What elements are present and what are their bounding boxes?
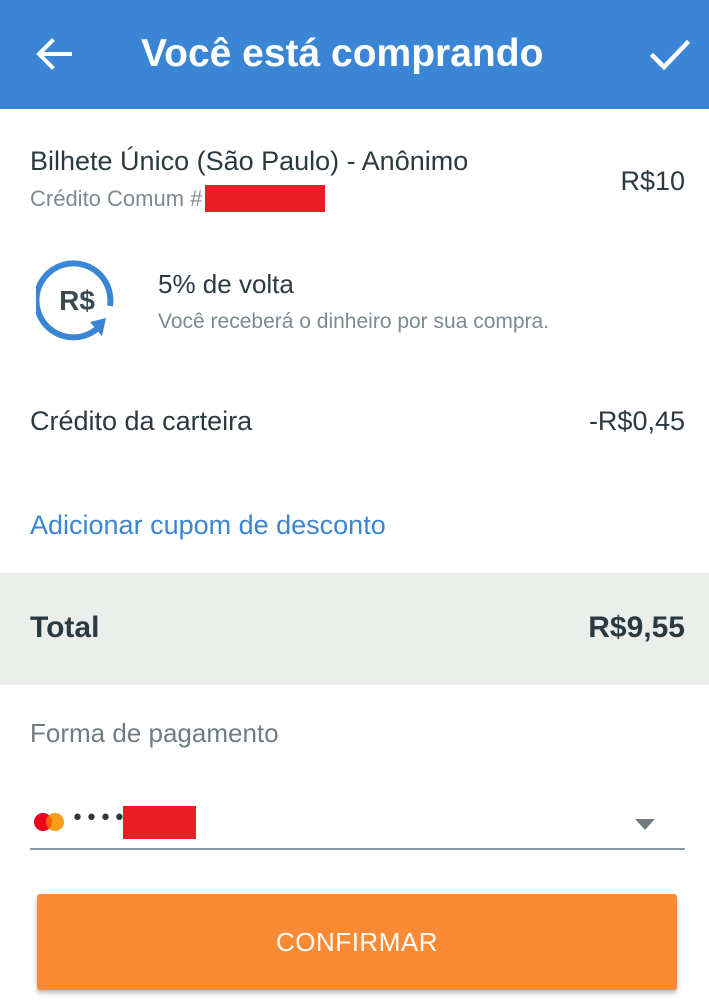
product-name: Bilhete Único (São Paulo) - Anônimo — [30, 146, 469, 176]
mastercard-icon — [32, 812, 66, 832]
arrow-left-icon[interactable] — [30, 30, 78, 78]
payment-method-label: Forma de pagamento — [30, 718, 279, 748]
refresh-currency-icon: R$ — [33, 258, 120, 342]
wallet-credit-value: -R$0,45 — [588, 406, 685, 436]
total-row: Total R$9,55 — [0, 573, 709, 685]
app-bar: Você está comprando — [0, 0, 709, 109]
cashback-title: 5% de volta — [158, 269, 294, 299]
redacted-card-number — [205, 184, 326, 212]
cashback-description: Você receberá o dinheiro por sua compra. — [158, 310, 550, 333]
product-subtitle-text: Crédito Comum # — [30, 186, 203, 211]
confirm-button[interactable]: CONFIRMAR — [37, 894, 677, 990]
cashback-icon-text: R$ — [59, 285, 95, 316]
product-subtitle: Crédito Comum # — [30, 184, 326, 214]
payment-method-select[interactable]: •••• — [30, 798, 685, 850]
card-masked-number: •••• — [71, 806, 127, 831]
caret-down-icon — [635, 818, 655, 830]
total-label: Total — [30, 611, 100, 644]
wallet-credit-label: Crédito da carteira — [30, 406, 253, 436]
purchase-screen: Você está comprando Bilhete Único (São P… — [0, 0, 709, 1007]
total-value: R$9,55 — [588, 611, 685, 644]
page-title: Você está comprando — [141, 32, 544, 75]
product-price: R$10 — [620, 166, 685, 196]
add-coupon-link[interactable]: Adicionar cupom de desconto — [30, 510, 386, 541]
redacted-card-digits — [123, 806, 196, 839]
check-icon[interactable] — [644, 30, 696, 78]
